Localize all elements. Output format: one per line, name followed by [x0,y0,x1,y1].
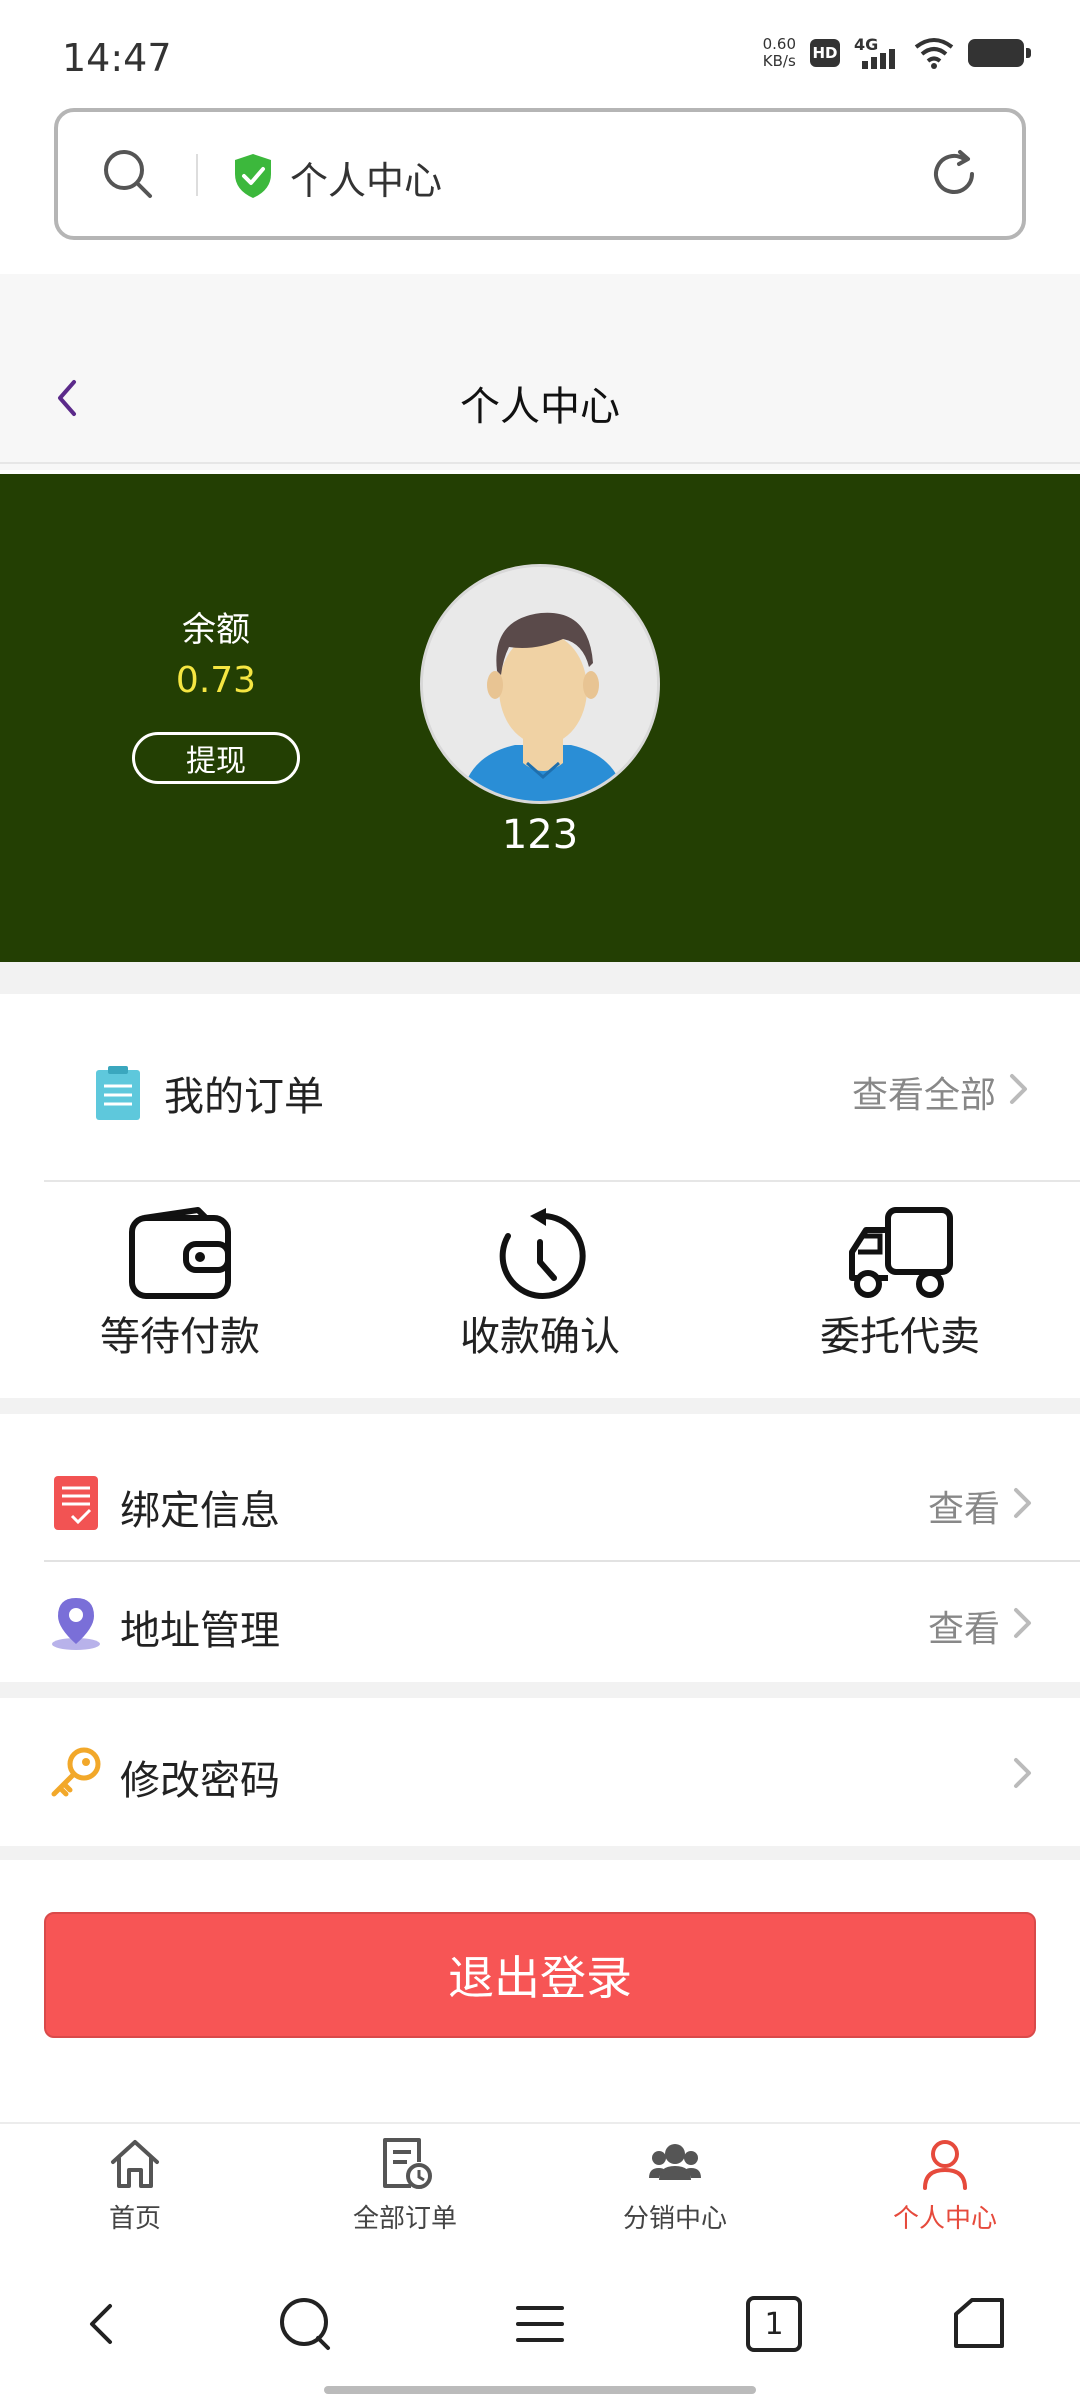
tabs-count-button[interactable]: 1 [746,2296,802,2352]
order-payment-confirm[interactable]: 收款确认 [430,1206,650,1366]
refresh-icon[interactable] [926,146,982,202]
tab-all-orders[interactable]: 全部订单 [270,2124,540,2250]
account-menu-group: 绑定信息 查看 地址管理 查看 [0,1414,1080,1682]
address-management-row[interactable]: 地址管理 查看 [44,1564,1080,1682]
shield-check-icon [235,154,271,198]
browser-url-bar[interactable]: 个人中心 [54,108,1026,240]
logout-button[interactable]: 退出登录 [44,1912,1036,2038]
avatar[interactable] [420,564,660,804]
clipboard-icon [96,1066,140,1120]
url-title[interactable]: 个人中心 [290,150,442,205]
orders-section: 我的订单 查看全部 等待付款 收款确认 委托代卖 [0,994,1080,1398]
balance-label: 余额 [182,610,250,650]
withdraw-button[interactable]: 提现 [132,732,300,784]
network-speed: 0.60 KB/s [762,35,796,70]
status-time: 14:47 [62,36,172,80]
orders-header[interactable]: 我的订单 查看全部 [44,994,1080,1182]
balance-value: 0.73 [175,660,257,701]
truck-icon [849,1207,953,1298]
system-navigation-bar: 1 [0,2250,1080,2400]
chevron-right-icon [1014,1758,1031,1788]
bind-info-label: 绑定信息 [120,1488,280,1534]
person-icon [923,2140,967,2190]
order-consignment[interactable]: 委托代卖 [790,1206,1010,1366]
change-password-label: 修改密码 [120,1758,280,1804]
tab-profile[interactable]: 个人中心 [810,2124,1080,2250]
section-separator [0,1398,1080,1414]
system-search-icon[interactable] [274,2294,334,2354]
cellular-signal-icon: 4G [854,35,900,69]
system-home-icon[interactable] [950,2294,1010,2354]
system-menu-icon[interactable] [510,2294,570,2354]
username: 123 [501,812,579,858]
status-bar: 14:47 0.60 KB/s HD 4G [0,0,1080,110]
system-back-icon[interactable] [72,2294,132,2354]
battery-icon [968,39,1031,67]
bottom-tab-bar: 首页 全部订单 分销中心 个人中心 [0,2122,1080,2250]
orders-title: 我的订单 [164,1074,324,1120]
wifi-icon [914,38,954,69]
home-indicator[interactable] [324,2386,756,2394]
wallet-icon [129,1207,231,1299]
avatar-image [423,567,657,801]
page-header: 个人中心 [0,340,1080,464]
section-separator [0,962,1080,994]
page-title: 个人中心 [460,384,620,430]
tab-distribution-center[interactable]: 分销中心 [540,2124,810,2250]
chevron-right-icon [1014,1488,1031,1518]
checklist-icon [54,1476,98,1530]
home-icon [111,2140,159,2188]
tab-home[interactable]: 首页 [0,2124,270,2250]
hd-icon: HD [810,39,840,67]
location-pin-icon [52,1598,100,1650]
view-all-orders-link[interactable]: 查看全部 [852,1066,996,1118]
status-icons: 0.60 KB/s HD 4G [762,35,1031,70]
section-separator [0,1682,1080,1698]
url-divider [196,154,198,196]
bind-info-row[interactable]: 绑定信息 查看 [44,1444,1080,1562]
chevron-right-icon [1014,1608,1031,1638]
chevron-right-icon [1010,1074,1027,1104]
bind-info-view-link[interactable]: 查看 [928,1480,1000,1532]
group-icon [649,2144,701,2180]
order-list-icon [383,2138,432,2189]
address-management-label: 地址管理 [120,1608,280,1654]
security-menu-group: 修改密码 [0,1698,1080,1846]
key-icon [51,1747,101,1797]
profile-banner: 余额 0.73 提现 123 [0,474,1080,962]
section-separator [0,1846,1080,1860]
search-icon[interactable] [102,148,154,200]
change-password-row[interactable]: 修改密码 [44,1714,1080,1832]
order-pending-payment[interactable]: 等待付款 [70,1206,290,1366]
clock-icon [499,1208,586,1299]
address-view-link[interactable]: 查看 [928,1600,1000,1652]
